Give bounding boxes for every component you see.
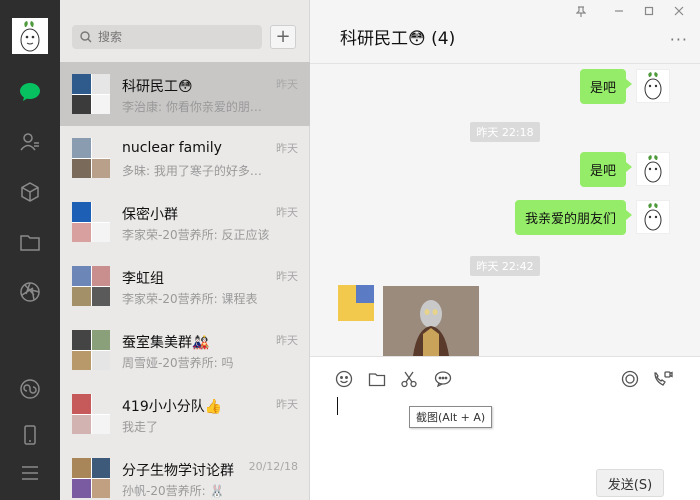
conversation-preview: 多昧: 我用了寒子的好多好多 [122, 164, 272, 178]
timestamp-label: 昨天 22:18 [470, 122, 540, 142]
mini-program-icon[interactable] [18, 377, 42, 401]
conversation-item[interactable]: 科研民工😳 昨天 李治康: 你看你亲爱的朋友们 [60, 62, 310, 126]
conversation-item[interactable]: 保密小群 昨天 李家荣-20营养所: 反正应该 [60, 190, 310, 254]
folder-icon[interactable] [18, 230, 42, 254]
group-avatar [72, 394, 110, 434]
message-bubble[interactable]: 是吧 [579, 69, 633, 104]
phone-icon[interactable] [18, 423, 42, 447]
conversation-name: 保密小群 [122, 207, 178, 223]
minimize-icon[interactable] [612, 6, 626, 20]
conversation-name: 蚕室集美群🎎 [122, 335, 210, 351]
search-box[interactable] [72, 25, 262, 49]
group-avatar [72, 202, 110, 242]
timestamp-label: 昨天 22:42 [470, 256, 540, 276]
live-icon[interactable] [620, 369, 640, 389]
conversation-item[interactable]: 分子生物学讨论群 20/12/18 孙帆-20营养所: 🐰 [60, 446, 310, 500]
conversation-time: 昨天 [276, 334, 298, 347]
timestamp-divider: 昨天 22:18 [310, 122, 700, 142]
composer: 截图(Alt + A) 发送(S) [310, 356, 700, 500]
screenshot-scissors-icon[interactable] [399, 369, 419, 389]
favorites-cube-icon[interactable] [18, 180, 42, 204]
conversation-item[interactable]: 419小小分队👍 昨天 我走了 [60, 382, 310, 446]
message-row: 是吧 [579, 69, 670, 104]
group-avatar [72, 330, 110, 370]
pin-icon[interactable] [574, 6, 588, 20]
conversation-time: 昨天 [276, 398, 298, 411]
emoji-icon[interactable] [334, 369, 354, 389]
conversation-name: 分子生物学讨论群 [122, 463, 234, 479]
chat-header: 科研民工😳 (4) ··· [310, 0, 700, 64]
conversation-preview: 孙帆-20营养所: 🐰 [122, 484, 225, 498]
message-row: 是吧 [579, 152, 670, 187]
conversation-preview: 李治康: 你看你亲爱的朋友们 [122, 100, 272, 114]
conversation-item[interactable]: 蚕室集美群🎎 昨天 周雪娅-20营养所: 吗 [60, 318, 310, 382]
sender-avatar[interactable] [636, 200, 670, 234]
file-folder-icon[interactable] [367, 369, 387, 389]
screenshot-tooltip: 截图(Alt + A) [409, 406, 493, 428]
chat-title: 科研民工😳 (4) [340, 29, 456, 49]
conversation-preview: 李家荣-20营养所: 反正应该 [122, 228, 270, 242]
menu-icon[interactable] [18, 461, 42, 485]
sender-avatar[interactable] [636, 152, 670, 186]
moments-icon[interactable] [18, 280, 42, 304]
add-chat-button[interactable]: + [270, 25, 296, 49]
chat-icon[interactable] [18, 80, 42, 104]
conversation-item[interactable]: nuclear family 昨天 多昧: 我用了寒子的好多好多 [60, 126, 310, 190]
other-sender-avatar[interactable] [338, 285, 374, 321]
conversation-time: 昨天 [276, 206, 298, 219]
message-bubble[interactable]: 是吧 [579, 152, 633, 187]
maximize-icon[interactable] [642, 6, 656, 20]
contacts-icon[interactable] [18, 130, 42, 154]
send-button[interactable]: 发送(S) [596, 469, 664, 497]
conversation-name: 李虹组 [122, 271, 164, 287]
group-avatar [72, 74, 110, 114]
message-row: 我亲爱的朋友们 [514, 200, 670, 235]
chat-history-icon[interactable] [433, 369, 453, 389]
sender-avatar[interactable] [636, 69, 670, 103]
conversation-item[interactable]: 李虹组 昨天 李家荣-20营养所: 课程表 [60, 254, 310, 318]
message-bubble[interactable]: 我亲爱的朋友们 [514, 200, 633, 235]
image-message[interactable] [383, 286, 479, 356]
conversation-time: 昨天 [276, 78, 298, 91]
video-call-icon[interactable] [653, 369, 673, 389]
group-avatar [72, 266, 110, 306]
conversation-name: 419小小分队👍 [122, 399, 223, 415]
conversation-name: nuclear family [122, 140, 222, 156]
chat-panel: 科研民工😳 (4) ··· 是吧 昨天 22:18 是吧 我亲爱的朋友们 昨天 … [310, 0, 700, 500]
search-input[interactable] [98, 30, 248, 44]
close-icon[interactable] [672, 6, 686, 20]
conversation-list: + 科研民工😳 昨天 李治康: 你看你亲爱的朋友们 nuclear family… [60, 0, 310, 500]
timestamp-divider: 昨天 22:42 [310, 256, 700, 276]
conversation-time: 昨天 [276, 142, 298, 155]
conversation-preview: 周雪娅-20营养所: 吗 [122, 356, 234, 370]
search-icon [80, 31, 92, 43]
conversation-name: 科研民工😳 [122, 79, 193, 95]
conversation-time: 昨天 [276, 270, 298, 283]
conversation-preview: 我走了 [122, 420, 159, 434]
text-caret [337, 397, 338, 415]
conversation-preview: 李家荣-20营养所: 课程表 [122, 292, 258, 306]
nav-rail [0, 0, 60, 500]
group-avatar [72, 138, 110, 178]
more-options-icon[interactable]: ··· [670, 30, 688, 49]
conversation-time: 20/12/18 [248, 460, 298, 473]
my-avatar[interactable] [12, 18, 48, 54]
group-avatar [72, 458, 110, 498]
